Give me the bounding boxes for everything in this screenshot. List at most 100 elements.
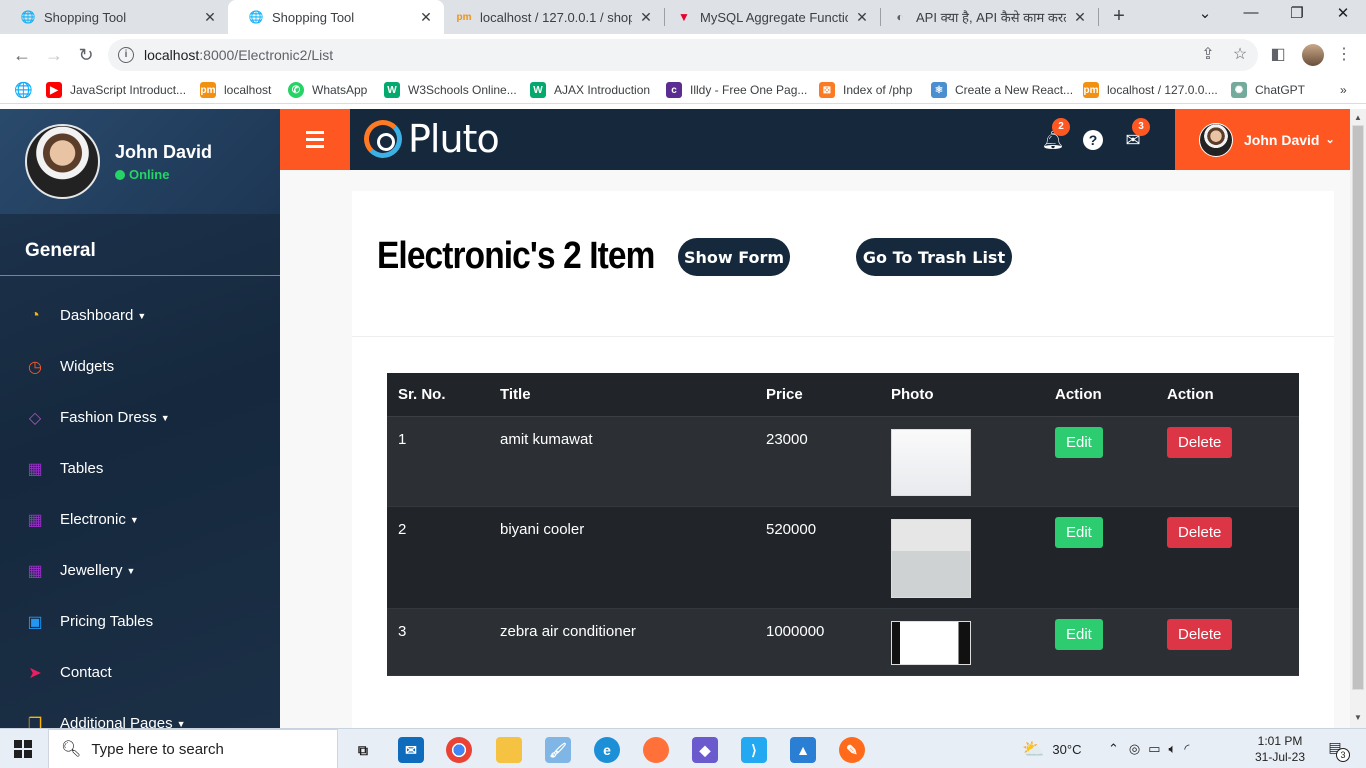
page-scrollbar[interactable]: ▲ ▼ (1350, 109, 1366, 728)
photos-icon[interactable]: ▲ (790, 737, 816, 763)
browser-tab[interactable]: pm localhost / 127.0.0.1 / shoping ✕ (444, 0, 664, 34)
new-tab-button[interactable]: + (1108, 6, 1130, 28)
apps-globe-icon[interactable]: 🌐 (14, 81, 33, 99)
bookmark-item[interactable]: pm localhost / 127.0.0.... (1083, 81, 1218, 99)
scrollbar-thumb[interactable] (1352, 125, 1364, 690)
bookmark-item[interactable]: W AJAX Introduction (530, 81, 650, 99)
chevron-down-icon: ⌄ (1325, 134, 1335, 146)
sidebar-item-additional-pages[interactable]: ❐ Additional Pages ▼ (0, 698, 280, 728)
wifi-icon[interactable]: ◜ (1184, 741, 1189, 757)
show-hidden-icons-icon[interactable]: ⌃ (1108, 741, 1119, 757)
caret-down-icon: ▼ (176, 718, 186, 729)
bookmark-star-icon[interactable]: ☆ (1230, 44, 1250, 64)
help-icon[interactable]: ? (1082, 129, 1104, 151)
bookmark-item[interactable]: c Illdy - Free One Pag... (666, 81, 807, 99)
bookmark-item[interactable]: pm localhost (200, 81, 271, 99)
mail-app-icon[interactable]: ✉ (398, 737, 424, 763)
vscode-icon[interactable]: ⟩ (741, 737, 767, 763)
task-view-icon[interactable]: ⧉ (350, 737, 376, 763)
scroll-up-icon[interactable]: ▲ (1354, 113, 1362, 122)
edit-button[interactable]: Edit (1055, 516, 1103, 548)
close-tab-icon[interactable]: ✕ (418, 9, 434, 26)
browser-tab[interactable]: ◐ API क्या है, API कैसे काम करता ✕ (880, 0, 1098, 34)
minimize-button[interactable]: — (1236, 4, 1266, 21)
sidebar-item-pricing-tables[interactable]: ▣ Pricing Tables (0, 596, 280, 647)
hamburger-menu-icon[interactable] (280, 109, 350, 170)
sidebar-menu: ◔ Dashboard ▼ ◷ Widgets ◇ Fashion Dress ▼ … (0, 290, 280, 729)
volume-icon[interactable]: 🔈︎ (1169, 741, 1177, 757)
sidebar-item-dashboard[interactable]: ◔ Dashboard ▼ (0, 290, 280, 341)
table-icon: ▦ (27, 460, 43, 478)
weather-cloud-icon: ⛅ (1022, 738, 1045, 759)
bookmark-item[interactable]: ⊠ Index of /php (819, 81, 912, 99)
notifications-bell-icon[interactable]: 🔔︎ 2 (1042, 118, 1070, 151)
edit-button[interactable]: Edit (1055, 618, 1103, 650)
delete-button[interactable]: Delete (1167, 618, 1233, 650)
sidebar-item-widgets[interactable]: ◷ Widgets (0, 341, 280, 392)
reload-icon[interactable]: ↻ (74, 44, 98, 68)
notification-center-icon[interactable]: ▤ 3 (1324, 739, 1350, 762)
column-header: Sr. No. (387, 373, 489, 417)
close-tab-icon[interactable]: ✕ (638, 9, 654, 26)
delete-button[interactable]: Delete (1167, 516, 1233, 548)
sidebar-item-jewellery[interactable]: ▦ Jewellery ▼ (0, 545, 280, 596)
sidebar-item-fashion-dress[interactable]: ◇ Fashion Dress ▼ (0, 392, 280, 443)
close-tab-icon[interactable]: ✕ (854, 9, 870, 26)
restore-button[interactable]: ❐ (1282, 4, 1312, 22)
postman-icon[interactable]: ✎ (839, 737, 865, 763)
back-arrow-icon[interactable]: ← (10, 44, 34, 68)
forward-arrow-icon[interactable]: → (42, 44, 66, 68)
table-row: 1 amit kumawat 23000 Edit Delete (387, 416, 1299, 506)
sidebar-item-tables[interactable]: ▦ Tables (0, 443, 280, 494)
close-tab-icon[interactable]: ✕ (1072, 9, 1088, 26)
bookmark-item[interactable]: ⚛ Create a New React... (931, 81, 1073, 99)
colorlib-icon: c (666, 82, 682, 98)
edit-button[interactable]: Edit (1055, 426, 1103, 458)
app-logo[interactable]: Pluto (364, 117, 500, 161)
taskbar-search-input[interactable]: 🔍︎ Type here to search (48, 729, 338, 768)
windows-start-icon[interactable] (14, 740, 32, 758)
air-conditioner-photo (891, 428, 971, 496)
messages-envelope-icon[interactable]: ✉ 3 (1122, 118, 1150, 151)
phpmyadmin-icon: pm (456, 11, 472, 23)
close-window-button[interactable]: ✕ (1328, 4, 1358, 22)
chrome-icon[interactable] (446, 737, 472, 763)
cell-price: 520000 (766, 520, 817, 538)
profile-avatar[interactable] (1302, 44, 1324, 66)
tab-title: MySQL Aggregate Functions (700, 9, 848, 25)
network-icon[interactable]: ◎ (1129, 741, 1140, 757)
url-input[interactable]: i localhost:8000/Electronic2/List (108, 39, 1258, 71)
file-explorer-icon[interactable] (496, 737, 522, 763)
sidebar-item-electronic[interactable]: ▦ Electronic ▼ (0, 494, 280, 545)
site-info-icon[interactable]: i (118, 47, 134, 63)
edge-icon[interactable]: e (594, 737, 620, 763)
copy-icon: ❐ (27, 715, 43, 729)
sidebar-item-contact[interactable]: ➤ Contact (0, 647, 280, 698)
delete-button[interactable]: Delete (1167, 426, 1233, 458)
w3schools-icon: W (384, 82, 400, 98)
user-dropdown[interactable]: John David ⌄ (1175, 109, 1350, 170)
paint-icon[interactable]: 🖌︎ (545, 737, 571, 763)
battery-icon[interactable]: ▭ (1148, 741, 1160, 757)
weather-widget[interactable]: ⛅ 30°C (1022, 729, 1081, 768)
side-panel-icon[interactable]: ◧ (1268, 44, 1288, 64)
menu-kebab-icon[interactable]: ⋮ (1334, 44, 1354, 64)
cell-title: biyani cooler (500, 520, 585, 538)
browser-tab[interactable]: ▼ MySQL Aggregate Functions ✕ (664, 0, 880, 34)
firefox-icon[interactable] (643, 737, 669, 763)
browser-tab-active[interactable]: 🌐 Shopping Tool ✕ (228, 0, 444, 34)
more-bookmarks-icon[interactable]: » (1340, 81, 1347, 99)
bookmark-item[interactable]: ▶ JavaScript Introduct... (46, 81, 186, 99)
scroll-down-icon[interactable]: ▼ (1354, 713, 1362, 722)
copilot-icon[interactable]: ◆ (692, 737, 718, 763)
browser-tab[interactable]: 🌐 Shopping Tool ✕ (0, 0, 228, 34)
share-icon[interactable]: ⇪ (1198, 44, 1218, 64)
bookmark-item[interactable]: ✆ WhatsApp (288, 81, 367, 99)
bookmark-item[interactable]: ✺ ChatGPT (1231, 81, 1305, 99)
trash-list-button[interactable]: Go To Trash List (856, 238, 1012, 276)
show-form-button[interactable]: Show Form (678, 238, 790, 276)
tab-search-icon[interactable]: ⌄ (1190, 4, 1220, 22)
bookmark-item[interactable]: W W3Schools Online... (384, 81, 517, 99)
taskbar-clock[interactable]: 1:01 PM 31-Jul-23 (1250, 733, 1310, 765)
close-tab-icon[interactable]: ✕ (202, 9, 218, 26)
